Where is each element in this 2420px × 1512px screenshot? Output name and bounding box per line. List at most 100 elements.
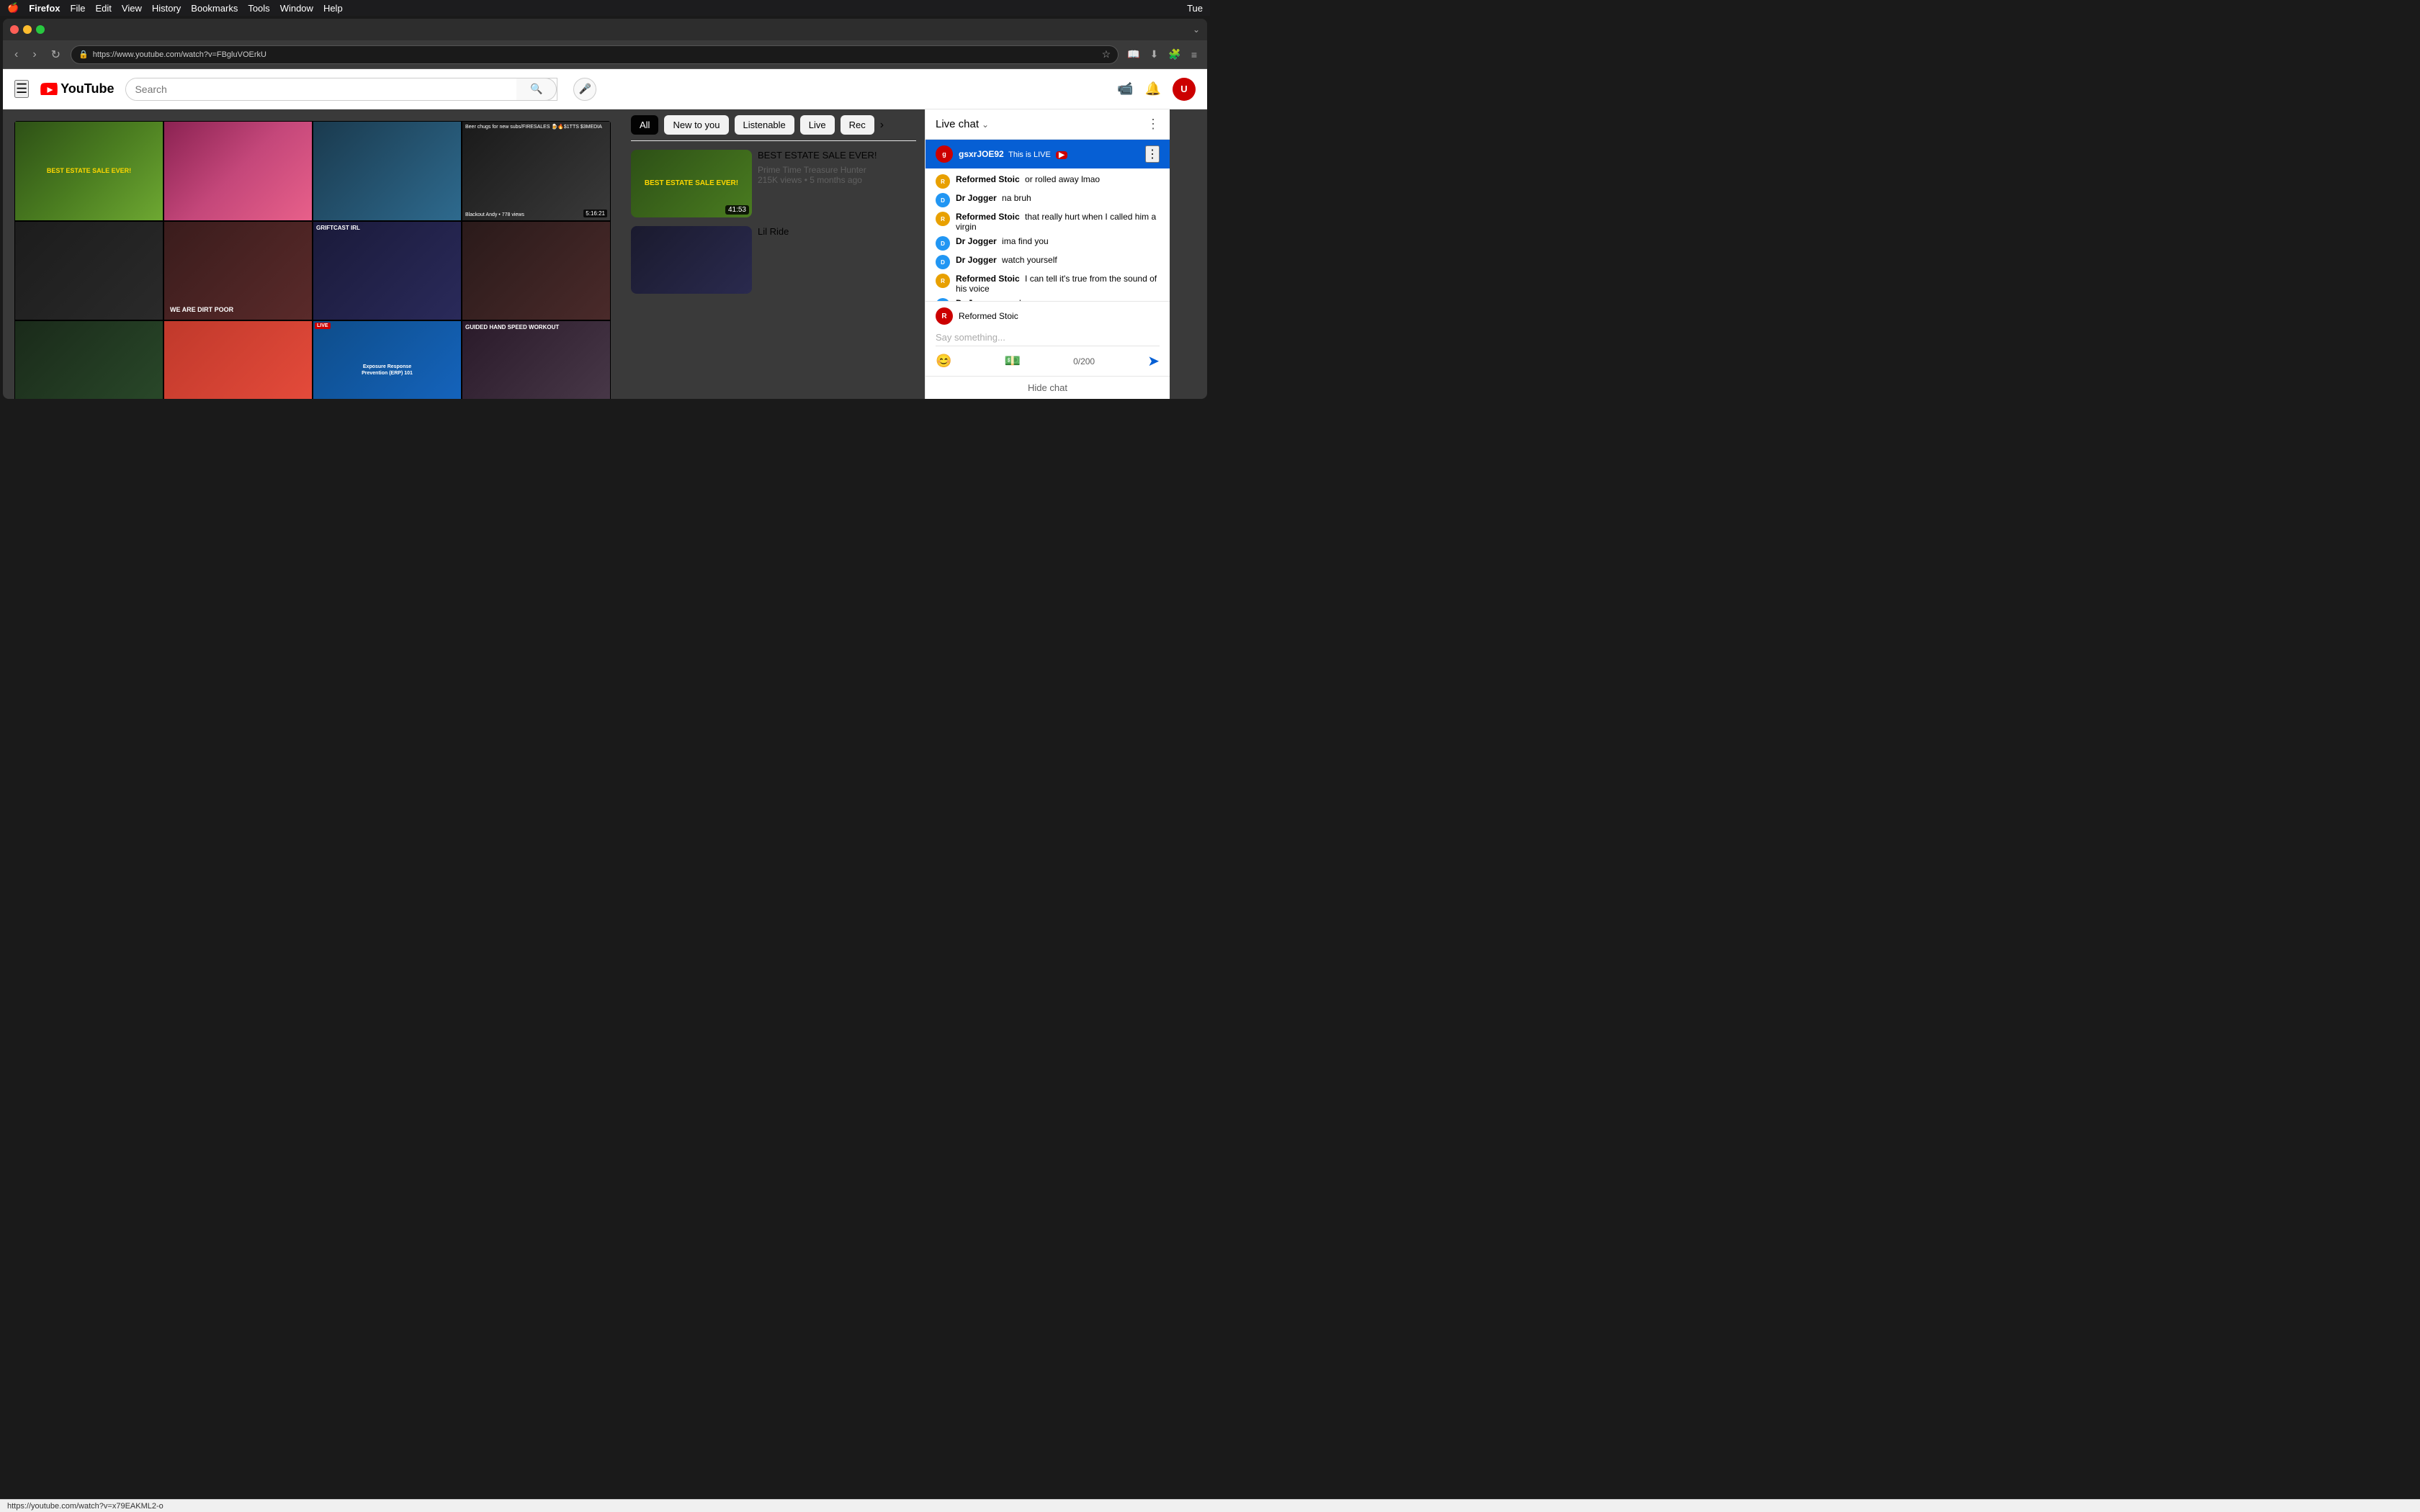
notifications-button[interactable]: 🔔	[1145, 81, 1161, 96]
menu-help[interactable]: Help	[323, 3, 343, 14]
extensions-icon[interactable]: 🧩	[1165, 47, 1183, 62]
browser-titlebar: ⌄	[3, 19, 1207, 40]
nav-right-icons: 📖 ⬇ 🧩 ≡	[1124, 47, 1200, 62]
tab-all[interactable]: All	[631, 115, 658, 135]
voice-search-button[interactable]: 🎤	[573, 78, 596, 101]
menu-window[interactable]: Window	[280, 3, 313, 14]
msg-username-2: Dr Jogger	[956, 193, 997, 203]
chat-chevron-icon: ⌄	[982, 120, 989, 130]
search-bar[interactable]: 🔍	[125, 78, 557, 101]
tab-live[interactable]: Live	[800, 115, 835, 135]
chat-more-button[interactable]: ⋮	[1147, 117, 1160, 132]
yt-main-content: BEST ESTATE SALE EVER! Beer chugs for ne…	[3, 109, 1207, 399]
rec-title-2: Lil Ride	[758, 226, 916, 238]
search-button[interactable]: 🔍	[516, 78, 557, 101]
thumb-3[interactable]	[313, 121, 462, 221]
chat-message-2: D Dr Jogger na bruh	[936, 193, 1160, 207]
super-chat-button[interactable]: 💵	[1005, 354, 1021, 369]
thumb-8[interactable]	[462, 221, 611, 321]
minimize-button[interactable]	[23, 25, 32, 34]
app-name[interactable]: Firefox	[29, 3, 60, 14]
chat-message-6: R Reformed Stoic I can tell it's true fr…	[936, 274, 1160, 294]
thumb-2[interactable]	[163, 121, 313, 221]
chat-header: Live chat ⌄ ⋮	[926, 109, 1170, 140]
rec-info-1: BEST ESTATE SALE EVER! Prime Time Treasu…	[758, 150, 916, 217]
maximize-button[interactable]	[36, 25, 45, 34]
pinned-more-button[interactable]: ⋮	[1145, 145, 1160, 163]
pinned-content: gsxrJOE92 This is LIVE ▶	[959, 149, 1067, 159]
msg-avatar-5: D	[936, 255, 950, 269]
msg-avatar-1: R	[936, 174, 950, 189]
msg-username-5: Dr Jogger	[956, 255, 997, 265]
rec-item-1[interactable]: BEST ESTATE SALE EVER! 41:53 BEST ESTATE…	[631, 150, 916, 217]
chat-user-avatar: R	[936, 307, 953, 325]
hamburger-menu-button[interactable]: ☰	[14, 80, 29, 98]
url-bar[interactable]: 🔒 https://www.youtube.com/watch?v=FBgluV…	[71, 45, 1119, 64]
clock: Tue	[1187, 3, 1203, 14]
menu-edit[interactable]: Edit	[95, 3, 111, 14]
video-player[interactable]: BEST ESTATE SALE EVER! Beer chugs for ne…	[14, 121, 611, 399]
hide-chat-button[interactable]: Hide chat	[926, 376, 1170, 399]
bookmark-icon[interactable]: ☆	[1102, 48, 1111, 60]
url-text: https://www.youtube.com/watch?v=FBgluVOE…	[93, 50, 266, 59]
rec-thumb-2	[631, 226, 752, 294]
pinned-live-badge: ▶	[1056, 151, 1067, 159]
menu-view[interactable]: View	[122, 3, 142, 14]
apple-icon[interactable]: 🍎	[7, 2, 19, 14]
rec-tabs-arrow[interactable]: ›	[880, 119, 884, 132]
emoji-button[interactable]: 😊	[936, 354, 951, 369]
youtube-toolbar: ☰ YouTube 🔍 🎤 📹 🔔 U	[3, 69, 1207, 109]
menu-file[interactable]: File	[71, 3, 86, 14]
msg-text-2: na bruh	[1002, 193, 1031, 203]
msg-username-6: Reformed Stoic	[956, 274, 1020, 284]
thumb-1[interactable]: BEST ESTATE SALE EVER!	[14, 121, 163, 221]
thumb-12[interactable]: GUIDED HAND SPEED WORKOUT	[462, 320, 611, 399]
tab-new-to-you[interactable]: New to you	[664, 115, 728, 135]
menu-tools[interactable]: Tools	[248, 3, 269, 14]
msg-avatar-6: R	[936, 274, 950, 288]
pinned-message-text: This is LIVE	[1006, 150, 1051, 159]
mac-status-icons: Tue	[1187, 3, 1203, 14]
thumb-7[interactable]: GRIFTCAST IRL	[313, 221, 462, 321]
msg-content-1: Reformed Stoic or rolled away lmao	[956, 174, 1160, 184]
browser-window: ⌄ ‹ › ↻ 🔒 https://www.youtube.com/watch?…	[3, 19, 1207, 399]
recommendations-area: All New to you Listenable Live Rec › BES…	[622, 109, 925, 399]
chat-input-field[interactable]	[936, 329, 1160, 346]
tab-rec[interactable]: Rec	[841, 115, 874, 135]
browser-nav: ‹ › ↻ 🔒 https://www.youtube.com/watch?v=…	[3, 40, 1207, 69]
youtube-logo[interactable]: YouTube	[40, 81, 114, 96]
thumb-5[interactable]	[14, 221, 163, 321]
thumb-10[interactable]: Dinner alone in 🇰🇷	[163, 320, 313, 399]
menu-history[interactable]: History	[152, 3, 181, 14]
save-icon[interactable]: ⬇	[1147, 47, 1162, 62]
msg-avatar-4: D	[936, 236, 950, 251]
thumb-6[interactable]: WE ARE DIRT POOR	[163, 221, 313, 321]
user-avatar[interactable]: U	[1173, 78, 1196, 101]
send-message-button[interactable]: ➤	[1147, 352, 1160, 370]
forward-button[interactable]: ›	[28, 47, 40, 63]
status-url: https://youtube.com/watch?v=x79EAKML2-o	[7, 1502, 163, 1511]
status-bar: https://youtube.com/watch?v=x79EAKML2-o	[0, 1499, 2420, 1512]
menu-bookmarks[interactable]: Bookmarks	[191, 3, 238, 14]
rec-meta-1: 215K views • 5 months ago	[758, 175, 916, 185]
char-count: 0/200	[1073, 356, 1095, 366]
rec-title-1: BEST ESTATE SALE EVER!	[758, 150, 916, 162]
hamburger-menu-icon[interactable]: ≡	[1188, 48, 1200, 62]
rec-channel-1: Prime Time Treasure Hunter	[758, 165, 916, 175]
thumb-9[interactable]	[14, 320, 163, 399]
create-button[interactable]: 📹	[1117, 81, 1133, 96]
rec-item-2[interactable]: Lil Ride	[631, 226, 916, 294]
rec-thumb-1: BEST ESTATE SALE EVER! 41:53	[631, 150, 752, 217]
search-input[interactable]	[126, 78, 516, 100]
thumb-11-erp[interactable]: LIVE Exposure ResponsePrevention (ERP) 1…	[313, 320, 462, 399]
chat-message-1: R Reformed Stoic or rolled away lmao	[936, 174, 1160, 189]
thumb-4-live[interactable]: Beer chugs for new subs/FIRESALES 🍺🔥$1TT…	[462, 121, 611, 221]
refresh-button[interactable]: ↻	[47, 46, 65, 63]
close-button[interactable]	[10, 25, 19, 34]
mac-os-bar: 🍎 Firefox File Edit View History Bookmar…	[0, 0, 1210, 16]
tab-listenable[interactable]: Listenable	[735, 115, 794, 135]
msg-avatar-3: R	[936, 212, 950, 226]
reader-mode-icon[interactable]: 📖	[1124, 47, 1142, 62]
msg-content-6: Reformed Stoic I can tell it's true from…	[956, 274, 1160, 294]
back-button[interactable]: ‹	[10, 47, 22, 63]
